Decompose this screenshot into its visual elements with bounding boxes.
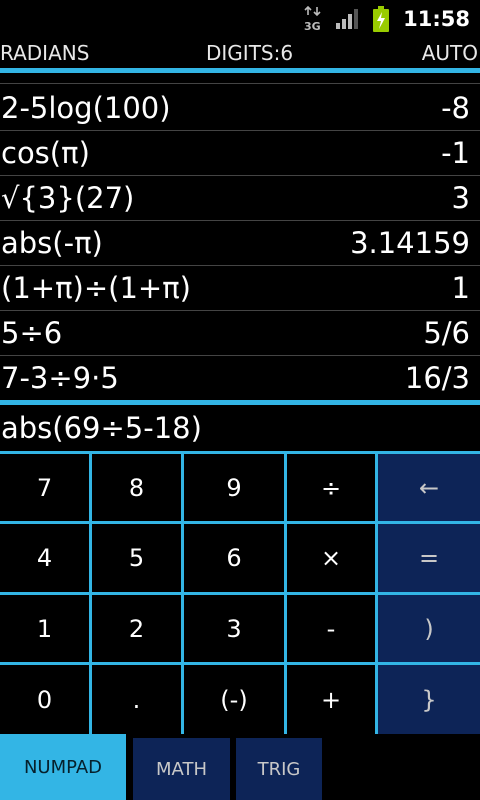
history-expression: cos(π): [1, 136, 90, 170]
history-row-partial: [0, 73, 480, 84]
history-result: 5/6: [423, 316, 470, 350]
key-multiply[interactable]: ×: [287, 524, 375, 592]
history-row[interactable]: abs(-π) 3.14159: [0, 221, 480, 266]
history-expression: (1+π)÷(1+π): [1, 271, 191, 305]
history-row[interactable]: 5÷6 5/6: [0, 311, 480, 356]
key-close-brace[interactable]: }: [378, 665, 480, 734]
key-backspace[interactable]: ←: [378, 454, 480, 521]
history-result: 16/3: [404, 361, 470, 395]
key-plus[interactable]: +: [287, 665, 375, 734]
key-4[interactable]: 4: [0, 524, 89, 592]
key-negate[interactable]: (-): [184, 665, 284, 734]
display-mode-label[interactable]: AUTO: [422, 41, 478, 65]
signal-icon: [335, 8, 361, 30]
keypad-tabs: NUMPAD MATH TRIG: [0, 734, 480, 800]
key-5[interactable]: 5: [92, 524, 181, 592]
key-close-paren[interactable]: ): [378, 595, 480, 662]
history-result: -8: [441, 91, 470, 125]
angle-mode-label[interactable]: RADIANS: [0, 41, 89, 65]
history-row[interactable]: 7-3÷9·5 16/3: [0, 356, 480, 400]
expression-input-text[interactable]: abs(69÷5-18): [1, 411, 202, 445]
key-0[interactable]: 0: [0, 665, 89, 734]
status-bar: 3G 11:58: [0, 0, 480, 38]
history-result: 1: [451, 271, 470, 305]
tab-math[interactable]: MATH: [133, 738, 230, 800]
key-divide[interactable]: ÷: [287, 454, 375, 521]
key-2[interactable]: 2: [92, 595, 181, 662]
tab-trig[interactable]: TRIG: [236, 738, 322, 800]
mode-bar: RADIANS DIGITS:6 AUTO: [0, 38, 480, 68]
history-expression: 7-3÷9·5: [1, 361, 119, 395]
expression-input[interactable]: abs(69÷5-18): [0, 405, 480, 451]
history-expression: √{3}(27): [1, 181, 135, 215]
history-row[interactable]: cos(π) -1: [0, 131, 480, 176]
3g-data-icon: 3G: [303, 5, 325, 33]
history-row[interactable]: 2-5log(100) -8: [0, 86, 480, 131]
tab-numpad[interactable]: NUMPAD: [0, 734, 126, 800]
history-result: 3.14159: [350, 226, 470, 260]
history-expression: 2-5log(100): [1, 91, 171, 125]
history-expression: 5÷6: [1, 316, 63, 350]
key-1[interactable]: 1: [0, 595, 89, 662]
keypad: 7 8 9 ÷ ← 4 5 6 × = 1 2 3 - ) 0 . (-) + …: [0, 451, 480, 734]
key-equals[interactable]: =: [378, 524, 480, 592]
key-9[interactable]: 9: [184, 454, 284, 521]
key-6[interactable]: 6: [184, 524, 284, 592]
history-row[interactable]: √{3}(27) 3: [0, 176, 480, 221]
digits-label[interactable]: DIGITS:6: [206, 41, 293, 65]
key-8[interactable]: 8: [92, 454, 181, 521]
battery-charging-icon: [373, 6, 390, 32]
key-3[interactable]: 3: [184, 595, 284, 662]
status-time: 11:58: [403, 7, 470, 31]
key-decimal[interactable]: .: [92, 665, 181, 734]
history-result: -1: [441, 136, 470, 170]
key-minus[interactable]: -: [287, 595, 375, 662]
history-list[interactable]: 2-5log(100) -8 cos(π) -1 √{3}(27) 3 abs(…: [0, 73, 480, 400]
status-icons: 3G 11:58: [303, 0, 480, 38]
svg-text:3G: 3G: [304, 20, 321, 32]
history-expression: abs(-π): [1, 226, 103, 260]
history-result: 3: [451, 181, 470, 215]
key-7[interactable]: 7: [0, 454, 89, 521]
history-row[interactable]: (1+π)÷(1+π) 1: [0, 266, 480, 311]
